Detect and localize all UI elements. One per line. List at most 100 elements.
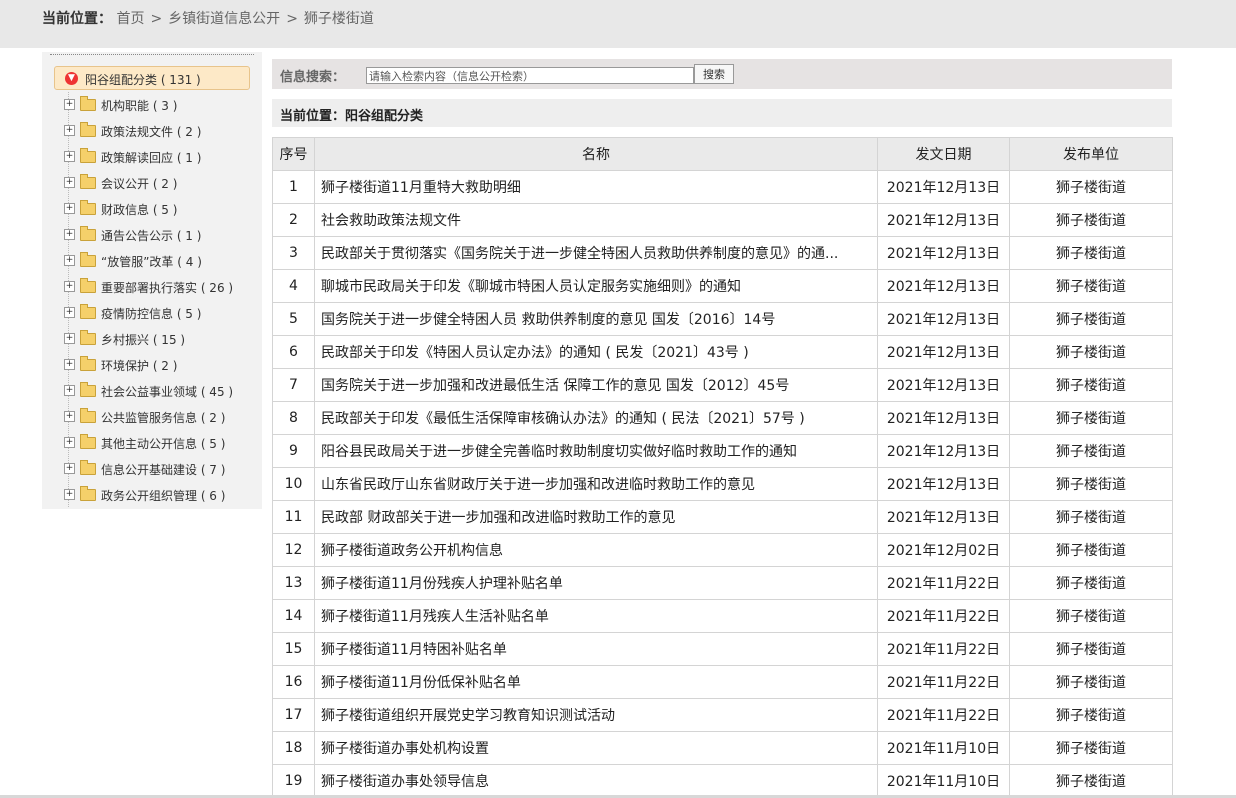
search-bar: 信息搜索： 搜索 <box>272 59 1172 89</box>
search-button[interactable]: 搜索 <box>694 64 734 84</box>
row-number: 13 <box>272 566 315 600</box>
folder-icon <box>80 460 96 475</box>
folder-icon <box>80 96 96 111</box>
folder-icon <box>80 252 96 267</box>
row-title-link[interactable]: 狮子楼街道政务公开机构信息 <box>314 533 878 567</box>
expand-icon[interactable]: + <box>64 489 75 500</box>
folder-icon <box>80 486 96 501</box>
tree-item-label[interactable]: 机构职能 ( 3 ) <box>101 97 177 114</box>
table-row: 4 聊城市民政局关于印发《聊城市特困人员认定服务实施细则》的通知 2021年12月1… <box>272 269 1173 303</box>
row-title-link[interactable]: 狮子楼街道11月残疾人生活补贴名单 <box>314 599 878 633</box>
expand-icon[interactable]: + <box>64 359 75 370</box>
row-title-link[interactable]: 狮子楼街道11月重特大救助明细 <box>314 170 878 204</box>
folder-icon <box>80 200 96 215</box>
row-number: 14 <box>272 599 315 633</box>
row-number: 4 <box>272 269 315 303</box>
sidebar-divider <box>50 54 254 55</box>
breadcrumb-home-link[interactable]: 首页 <box>116 11 144 27</box>
expand-icon[interactable]: + <box>64 385 75 396</box>
row-unit: 狮子楼街道 <box>1009 302 1173 336</box>
row-title-link[interactable]: 狮子楼街道办事处领导信息 <box>314 764 878 798</box>
tree-item-label[interactable]: 政策解读回应 ( 1 ) <box>101 149 201 166</box>
row-title-link[interactable]: 狮子楼街道组织开展党史学习教育知识测试活动 <box>314 698 878 732</box>
tree-item-label[interactable]: 公共监管服务信息 ( 2 ) <box>101 409 225 426</box>
tree-root-item[interactable]: ▼ 阳谷组配分类 ( 131 ) <box>54 66 250 90</box>
expand-icon[interactable]: + <box>64 99 75 110</box>
collapse-icon[interactable]: ▼ <box>65 72 78 85</box>
row-unit: 狮子楼街道 <box>1009 599 1173 633</box>
row-title-link[interactable]: 狮子楼街道11月特困补贴名单 <box>314 632 878 666</box>
row-number: 12 <box>272 533 315 567</box>
tree-item-label[interactable]: 通告公告公示 ( 1 ) <box>101 227 201 244</box>
row-title-link[interactable]: 民政部关于印发《最低生活保障审核确认办法》的通知 ( 民法〔2021〕57号 ) <box>314 401 878 435</box>
row-title-link[interactable]: 社会救助政策法规文件 <box>314 203 878 237</box>
row-date: 2021年11月22日 <box>877 665 1010 699</box>
row-title-link[interactable]: 民政部关于贯彻落实《国务院关于进一步健全特困人员救助供养制度的意见》的通... <box>314 236 878 270</box>
folder-icon <box>80 304 96 319</box>
table-header-row: 序号 名称 发文日期 发布单位 <box>272 137 1173 171</box>
table-row: 19 狮子楼街道办事处领导信息 2021年11月10日 狮子楼街道 <box>272 764 1173 798</box>
folder-icon <box>80 148 96 163</box>
tree-item-label[interactable]: “放管服”改革 ( 4 ) <box>101 253 202 270</box>
tree-item-label[interactable]: 疫情防控信息 ( 5 ) <box>101 305 201 322</box>
tree-item-label[interactable]: 政务公开组织管理 ( 6 ) <box>101 487 225 504</box>
expand-icon[interactable]: + <box>64 463 75 474</box>
expand-icon[interactable]: + <box>64 411 75 422</box>
row-date: 2021年12月13日 <box>877 500 1010 534</box>
row-title-link[interactable]: 阳谷县民政局关于进一步健全完善临时救助制度切实做好临时救助工作的通知 <box>314 434 878 468</box>
table-row: 7 国务院关于进一步加强和改进最低生活 保障工作的意见 国发〔2012〕45号 20… <box>272 368 1173 402</box>
breadcrumb-township-link[interactable]: 乡镇街道信息公开 <box>168 11 280 27</box>
row-date: 2021年11月22日 <box>877 599 1010 633</box>
expand-icon[interactable]: + <box>64 255 75 266</box>
tree-item-label[interactable]: 乡村振兴 ( 15 ) <box>101 331 185 348</box>
breadcrumb-separator: > <box>150 11 163 27</box>
row-date: 2021年12月13日 <box>877 434 1010 468</box>
tree-item-label[interactable]: 政策法规文件 ( 2 ) <box>101 123 201 140</box>
row-title-link[interactable]: 狮子楼街道11月份残疾人护理补贴名单 <box>314 566 878 600</box>
row-unit: 狮子楼街道 <box>1009 665 1173 699</box>
row-title-link[interactable]: 国务院关于进一步健全特困人员 救助供养制度的意见 国发〔2016〕14号 <box>314 302 878 336</box>
tree-item-label[interactable]: 信息公开基础建设 ( 7 ) <box>101 461 225 478</box>
expand-icon[interactable]: + <box>64 203 75 214</box>
tree-item-label[interactable]: 会议公开 ( 2 ) <box>101 175 177 192</box>
expand-icon[interactable]: + <box>64 281 75 292</box>
expand-icon[interactable]: + <box>64 307 75 318</box>
folder-icon <box>80 174 96 189</box>
row-date: 2021年11月22日 <box>877 698 1010 732</box>
expand-icon[interactable]: + <box>64 151 75 162</box>
tree-item-label[interactable]: 环境保护 ( 2 ) <box>101 357 177 374</box>
expand-icon[interactable]: + <box>64 177 75 188</box>
expand-icon[interactable]: + <box>64 437 75 448</box>
folder-icon <box>80 408 96 423</box>
row-date: 2021年12月02日 <box>877 533 1010 567</box>
row-title-link[interactable]: 民政部 财政部关于进一步加强和改进临时救助工作的意见 <box>314 500 878 534</box>
header-title: 名称 <box>314 137 878 171</box>
tree-item-label[interactable]: 财政信息 ( 5 ) <box>101 201 177 218</box>
row-title-link[interactable]: 国务院关于进一步加强和改进最低生活 保障工作的意见 国发〔2012〕45号 <box>314 368 878 402</box>
table-row: 14 狮子楼街道11月残疾人生活补贴名单 2021年11月22日 狮子楼街道 <box>272 599 1173 633</box>
row-date: 2021年12月13日 <box>877 368 1010 402</box>
row-title-link[interactable]: 狮子楼街道11月份低保补贴名单 <box>314 665 878 699</box>
row-title-link[interactable]: 山东省民政厅山东省财政厅关于进一步加强和改进临时救助工作的意见 <box>314 467 878 501</box>
tree-root-label: 阳谷组配分类 ( 131 ) <box>85 73 201 87</box>
row-number: 10 <box>272 467 315 501</box>
row-date: 2021年11月10日 <box>877 764 1010 798</box>
tree-item-label[interactable]: 重要部署执行落实 ( 26 ) <box>101 279 233 296</box>
tree-item-label[interactable]: 社会公益事业领域 ( 45 ) <box>101 383 233 400</box>
row-title-link[interactable]: 狮子楼街道办事处机构设置 <box>314 731 878 765</box>
row-unit: 狮子楼街道 <box>1009 203 1173 237</box>
expand-icon[interactable]: + <box>64 125 75 136</box>
row-date: 2021年12月13日 <box>877 236 1010 270</box>
table-row: 2 社会救助政策法规文件 2021年12月13日 狮子楼街道 <box>272 203 1173 237</box>
folder-icon <box>80 330 96 345</box>
row-number: 6 <box>272 335 315 369</box>
search-label: 信息搜索： <box>280 70 346 85</box>
tree-item-label[interactable]: 其他主动公开信息 ( 5 ) <box>101 435 225 452</box>
row-title-link[interactable]: 聊城市民政局关于印发《聊城市特困人员认定服务实施细则》的通知 <box>314 269 878 303</box>
breadcrumb-current-link[interactable]: 狮子楼街道 <box>304 11 374 27</box>
search-input[interactable] <box>366 67 694 84</box>
expand-icon[interactable]: + <box>64 333 75 344</box>
row-number: 17 <box>272 698 315 732</box>
expand-icon[interactable]: + <box>64 229 75 240</box>
row-title-link[interactable]: 民政部关于印发《特困人员认定办法》的通知 ( 民发〔2021〕43号 ) <box>314 335 878 369</box>
